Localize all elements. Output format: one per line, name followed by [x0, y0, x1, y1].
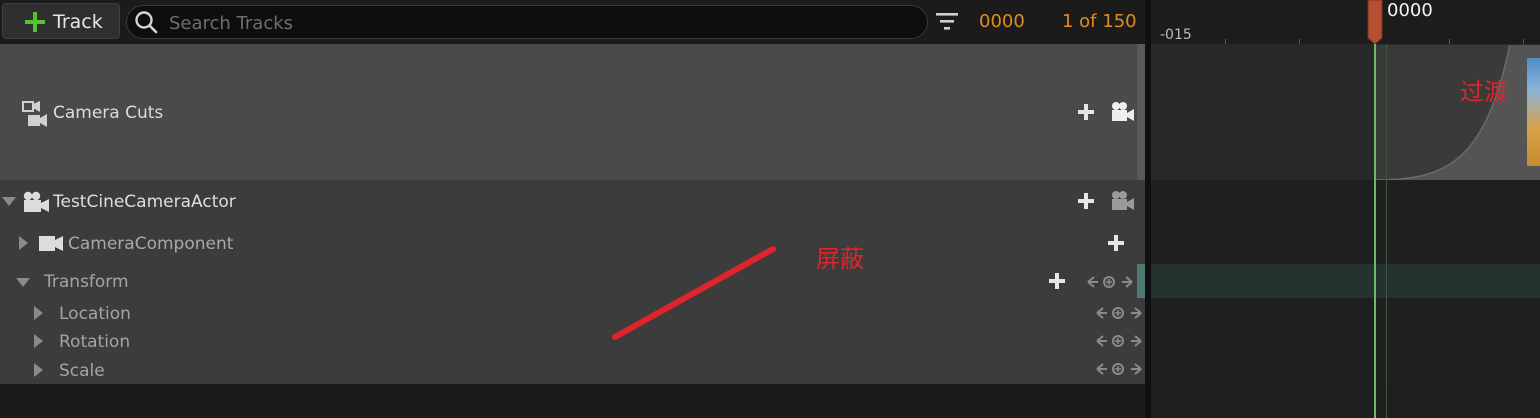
ruler-tick	[1299, 39, 1300, 44]
search-box[interactable]	[126, 5, 928, 39]
ruler-tick	[1225, 39, 1226, 44]
add-track-icon[interactable]	[1108, 235, 1124, 251]
camera-cuts-label: Camera Cuts	[53, 103, 164, 123]
camera-cut-section[interactable]	[1375, 44, 1540, 180]
expand-arrow-icon[interactable]	[34, 306, 43, 320]
current-frame-readout[interactable]: 0000	[979, 11, 1025, 32]
transition-annotation-text: 过渡	[1460, 78, 1508, 106]
ruler-tick-label: -015	[1160, 27, 1192, 43]
filter-icon[interactable]	[935, 11, 959, 33]
camera-icon[interactable]	[1111, 190, 1135, 212]
add-key-icon[interactable]	[1049, 273, 1065, 289]
playhead-handle-icon[interactable]	[1366, 0, 1384, 44]
camera-actor-icon	[23, 191, 49, 212]
selection-indicator	[1137, 264, 1145, 298]
location-label[interactable]: Location	[59, 304, 131, 324]
plus-icon	[25, 12, 45, 32]
key-navigation-icon[interactable]	[1095, 362, 1143, 376]
key-navigation-icon[interactable]	[1086, 275, 1134, 289]
camera-component-label[interactable]: CameraComponent	[68, 234, 233, 254]
camera-cuts-icon	[22, 101, 47, 127]
search-input[interactable]	[167, 8, 911, 38]
track-scrollbar[interactable]	[1137, 44, 1145, 180]
camera-icon[interactable]	[1111, 101, 1135, 123]
key-navigation-icon[interactable]	[1095, 306, 1143, 320]
add-track-icon[interactable]	[1078, 193, 1094, 209]
key-navigation-icon[interactable]	[1095, 334, 1143, 348]
camera-component-icon	[39, 236, 63, 251]
expand-arrow-icon[interactable]	[34, 363, 43, 377]
track-list-empty-area	[0, 384, 1145, 418]
playhead-line[interactable]	[1374, 44, 1376, 418]
camera-thumbnail	[1527, 58, 1540, 166]
playhead-frame-label: 0000	[1387, 0, 1433, 21]
timeline-transform-lane[interactable]	[1151, 264, 1540, 298]
actor-track-label[interactable]: TestCineCameraActor	[53, 192, 236, 212]
timeline-ruler[interactable]	[1151, 0, 1540, 45]
camera-cuts-track-row[interactable]: Camera Cuts	[0, 44, 1145, 180]
expand-arrow-icon[interactable]	[19, 236, 28, 250]
add-camera-cut-icon[interactable]	[1078, 104, 1094, 120]
collapse-arrow-icon[interactable]	[16, 278, 30, 287]
scale-label[interactable]: Scale	[59, 361, 105, 381]
transform-label[interactable]: Transform	[44, 272, 129, 292]
add-track-label: Track	[53, 11, 103, 33]
collapse-arrow-icon[interactable]	[2, 197, 16, 206]
mask-annotation-text: 屏蔽	[816, 245, 864, 273]
playhead-guide	[1386, 44, 1387, 418]
search-icon	[135, 11, 158, 34]
expand-arrow-icon[interactable]	[34, 334, 43, 348]
annotation-stroke	[612, 246, 776, 340]
add-track-button[interactable]: Track	[2, 3, 120, 39]
rotation-label[interactable]: Rotation	[59, 332, 130, 352]
ruler-tick	[1523, 39, 1524, 44]
ruler-tick	[1449, 39, 1450, 44]
track-count-readout: 1 of 150	[1062, 11, 1137, 32]
